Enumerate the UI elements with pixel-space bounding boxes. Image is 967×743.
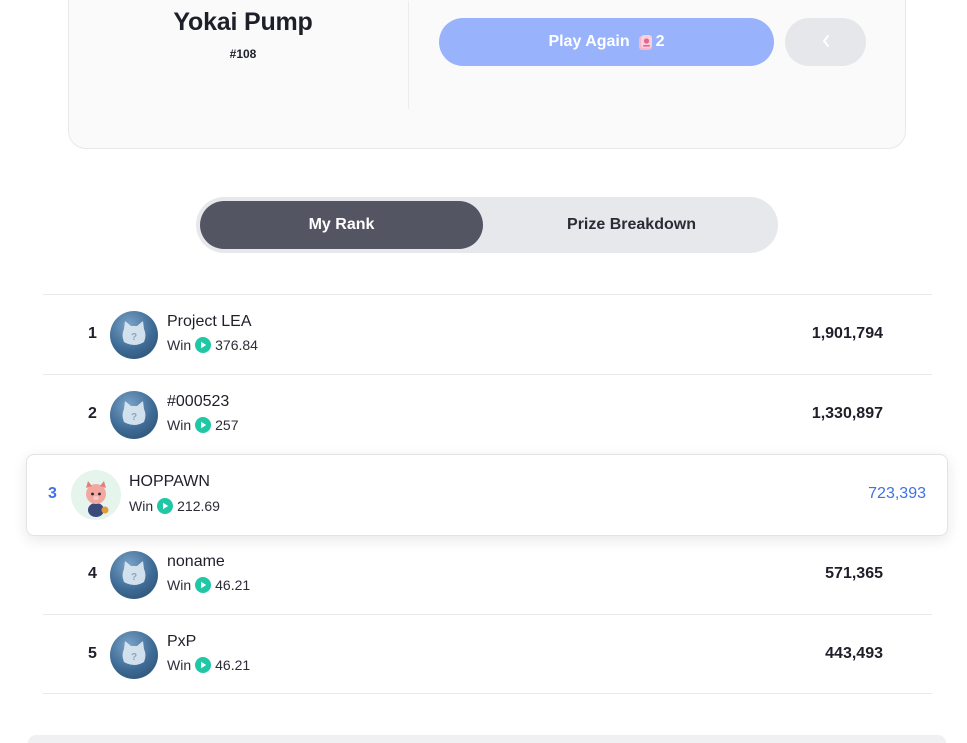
svg-text:?: ? (131, 652, 137, 663)
placeholder-cat-icon: ? (110, 391, 158, 439)
player-score: 571,365 (825, 565, 883, 582)
ticket-icon (638, 34, 654, 51)
game-id: #108 (229, 47, 257, 61)
my-rank-row[interactable]: 3 HOPPAWN Win 212.69 723,393 (26, 454, 948, 536)
player-win: Win 46.21 (167, 577, 250, 593)
win-amount: 257 (215, 417, 239, 433)
win-amount: 46.21 (215, 577, 251, 593)
rank-row[interactable]: 4 ? noname Win 46.21 571,365 (43, 534, 932, 614)
hoppawn-avatar (71, 470, 121, 520)
placeholder-cat-icon: ? (110, 311, 158, 359)
chevron-left-icon (821, 34, 831, 51)
game-card: Yokai Pump #108 Play Again 2 (68, 0, 906, 149)
play-token-icon (157, 498, 174, 514)
card-divider (408, 1, 409, 109)
play-count: 2 (655, 33, 665, 50)
player-win: Win 376.84 (167, 337, 258, 353)
win-amount: 376.84 (215, 337, 258, 353)
player-name: #000523 (167, 393, 230, 410)
win-label: Win (167, 657, 192, 673)
tab-my-rank[interactable]: My Rank (200, 201, 483, 249)
leaderboard-page: Yokai Pump #108 Play Again 2 My Rank Pri… (0, 0, 967, 743)
play-again-label: Play Again (548, 33, 630, 50)
play-token-icon (195, 577, 212, 593)
win-label: Win (167, 417, 192, 433)
win-amount: 46.21 (215, 657, 251, 673)
rank-number: 4 (88, 565, 97, 582)
rank-row[interactable]: 1 ? Project LEA Win 376.84 1,901,794 (43, 294, 932, 374)
win-label: Win (167, 337, 192, 353)
player-score: 1,330,897 (811, 405, 883, 422)
play-token-icon (195, 337, 212, 353)
placeholder-cat-icon: ? (110, 631, 158, 679)
svg-text:?: ? (131, 572, 137, 583)
rank-number: 5 (88, 645, 97, 662)
tab-prize-breakdown[interactable]: Prize Breakdown (487, 201, 776, 249)
rank-row[interactable]: 5 ? PxP Win 46.21 443,493 (43, 614, 932, 694)
back-button[interactable] (785, 18, 866, 66)
svg-text:?: ? (131, 332, 137, 343)
play-again-button[interactable]: Play Again 2 (439, 18, 774, 66)
my-rank-number: 3 (48, 485, 57, 502)
player-score: 1,901,794 (811, 325, 883, 342)
svg-text:?: ? (131, 412, 137, 423)
rank-row[interactable]: 2 ? #000523 Win 257 1,330,897 (43, 374, 932, 454)
win-label: Win (167, 577, 192, 593)
my-player-win: Win 212.69 (129, 498, 220, 514)
win-label: Win (129, 498, 154, 514)
player-name: noname (167, 553, 225, 570)
rank-number: 1 (88, 325, 97, 342)
rank-number: 2 (88, 405, 97, 422)
player-score: 443,493 (825, 645, 883, 662)
rank-tabs: My Rank Prize Breakdown (196, 197, 778, 253)
my-player-name: HOPPAWN (129, 473, 210, 490)
placeholder-cat-icon: ? (110, 551, 158, 599)
play-token-icon (195, 417, 212, 433)
player-name: PxP (167, 633, 197, 650)
player-win: Win 257 (167, 417, 238, 433)
win-amount: 212.69 (177, 498, 220, 514)
player-name: Project LEA (167, 313, 252, 330)
play-token-icon (195, 657, 212, 673)
bottom-panel-edge (28, 735, 946, 743)
player-win: Win 46.21 (167, 657, 250, 673)
game-title: Yokai Pump (173, 8, 313, 36)
my-player-score: 723,393 (868, 485, 926, 502)
